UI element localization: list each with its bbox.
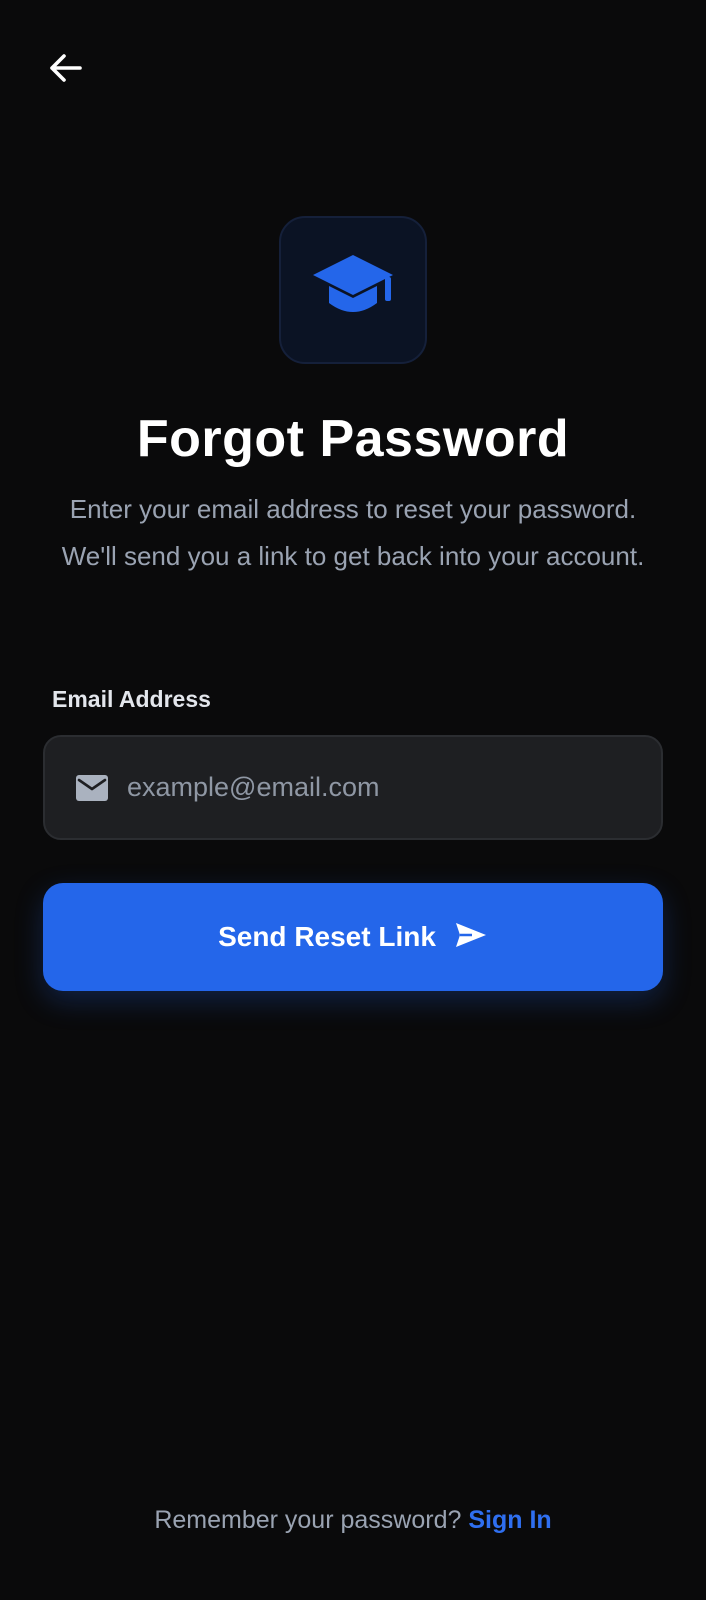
app-logo <box>279 216 427 364</box>
send-reset-link-label: Send Reset Link <box>218 921 436 952</box>
email-label: Email Address <box>52 686 211 712</box>
page-subtitle: Enter your email address to reset your p… <box>61 494 645 571</box>
back-button[interactable] <box>40 44 92 96</box>
remember-prompt: Remember your password? <box>154 1506 462 1534</box>
arrow-left-icon <box>49 53 83 88</box>
sign-in-footer: Remember your password? Sign In <box>0 1506 706 1535</box>
email-field[interactable] <box>43 735 663 840</box>
mail-icon <box>75 774 109 802</box>
email-input[interactable] <box>127 737 661 838</box>
sign-in-link[interactable]: Sign In <box>468 1506 551 1534</box>
send-icon <box>454 921 488 954</box>
send-reset-link-button[interactable]: Send Reset Link <box>43 883 663 991</box>
graduation-cap-icon <box>311 253 395 328</box>
page-title: Forgot Password <box>136 410 570 468</box>
